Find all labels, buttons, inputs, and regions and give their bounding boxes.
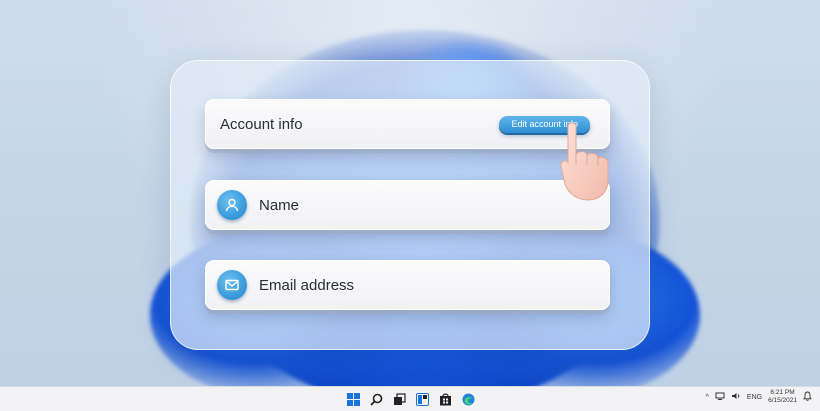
edge-browser-icon[interactable] — [460, 391, 476, 407]
clock-time: 6:21 PM — [770, 389, 795, 396]
network-icon[interactable] — [715, 392, 725, 402]
windows-start-icon[interactable] — [345, 391, 361, 407]
clock[interactable]: 6:21 PM 6/15/2021 — [768, 389, 797, 405]
clock-date: 6/15/2021 — [768, 397, 797, 404]
account-info-title: Account info — [220, 115, 303, 133]
account-info-row: Account info Edit account info — [205, 99, 610, 149]
name-row[interactable]: Name — [205, 180, 610, 230]
search-icon[interactable] — [368, 391, 384, 407]
pointing-hand-icon — [560, 122, 609, 201]
widgets-icon[interactable] — [414, 391, 430, 407]
show-hidden-icons-chevron[interactable]: ^ — [706, 394, 709, 401]
volume-icon[interactable] — [731, 392, 741, 402]
language-indicator[interactable]: ENG — [747, 394, 762, 401]
person-icon — [217, 190, 247, 220]
system-tray: ^ ENG 6:21 PM 6/15/2021 — [706, 389, 812, 405]
mail-icon — [217, 270, 247, 300]
notification-bell-icon[interactable] — [803, 391, 812, 403]
task-view-icon[interactable] — [391, 391, 407, 407]
store-icon[interactable] — [437, 391, 453, 407]
taskbar: ^ ENG 6:21 PM 6/15/2021 — [0, 386, 820, 411]
email-label: Email address — [259, 276, 355, 294]
name-label: Name — [259, 196, 300, 214]
taskbar-pinned-apps — [345, 391, 476, 407]
email-row[interactable]: Email address — [205, 260, 610, 310]
